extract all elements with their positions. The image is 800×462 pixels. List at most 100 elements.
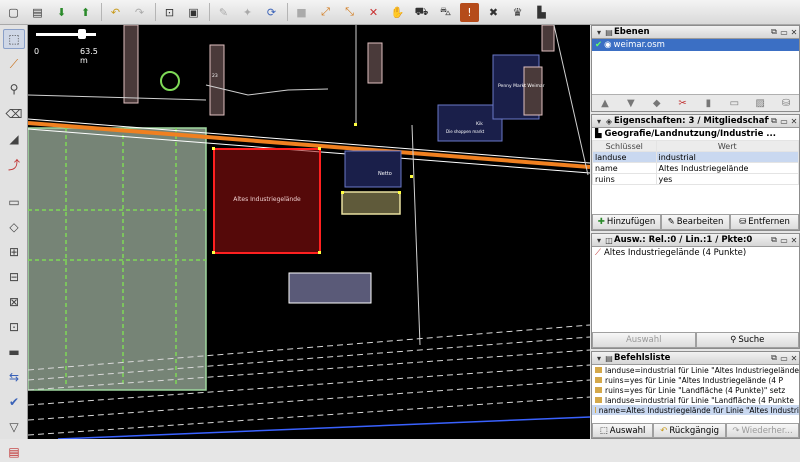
- collapse-icon[interactable]: ▾: [594, 117, 604, 126]
- mapper-icon[interactable]: ⤡: [340, 3, 359, 22]
- edit-button[interactable]: ✎ Bearbeiten: [661, 214, 730, 230]
- add-button[interactable]: ✚ Hinzufügen: [592, 214, 661, 230]
- plugin-icon[interactable]: ✦: [238, 3, 257, 22]
- collapse-icon[interactable]: ▾: [594, 236, 604, 245]
- split-tool-icon[interactable]: ⤴: [3, 154, 25, 174]
- combine-icon[interactable]: ⊟: [3, 267, 25, 287]
- search-button[interactable]: ⚲ Suche: [695, 332, 799, 348]
- car2-icon[interactable]: ⛍: [436, 3, 455, 22]
- delete-layer-icon[interactable]: ⛁: [773, 98, 799, 109]
- redo-button[interactable]: ↷ Wiederher...: [726, 423, 799, 438]
- map-scale[interactable]: 0 63.5 m: [34, 29, 104, 65]
- minimize-icon[interactable]: ▭: [779, 236, 789, 245]
- open-icon[interactable]: ▤: [28, 3, 47, 22]
- selection-item[interactable]: ⟋ Altes Industriegelände (4 Punkte): [592, 247, 799, 259]
- refresh-icon[interactable]: ⟳: [262, 3, 281, 22]
- collapse-icon[interactable]: ▾: [594, 354, 604, 363]
- select-button[interactable]: Auswahl: [592, 332, 696, 348]
- minimize-icon[interactable]: ▭: [779, 354, 789, 363]
- building[interactable]: [541, 25, 555, 52]
- eye-icon[interactable]: ◉: [604, 40, 611, 50]
- crown-icon[interactable]: ♛: [508, 3, 527, 22]
- preview-icon[interactable]: ⊡: [160, 3, 179, 22]
- shop-area[interactable]: [344, 150, 402, 188]
- command-select-button[interactable]: ⬚ Auswahl: [592, 423, 654, 438]
- detach-icon[interactable]: ⧉: [769, 116, 779, 126]
- command-item[interactable]: landuse=industrial für Linie "Altes Indu…: [592, 365, 799, 375]
- reverse-icon[interactable]: ⊠: [3, 292, 25, 312]
- detach-icon[interactable]: ⧉: [769, 353, 779, 363]
- remove-button[interactable]: ⛁ Entfernen: [730, 214, 799, 230]
- table-row[interactable]: landuse industrial: [592, 151, 799, 163]
- building[interactable]: [209, 44, 225, 116]
- layer-row[interactable]: ✔ ◉ weimar.osm: [592, 39, 799, 51]
- green-circle[interactable]: [160, 71, 180, 91]
- tag-tool-icon[interactable]: ◇: [3, 217, 25, 237]
- undo-button[interactable]: ↶ Rückgängig: [653, 423, 727, 438]
- x-icon[interactable]: ✖: [484, 3, 503, 22]
- shop-area[interactable]: [437, 104, 503, 142]
- building[interactable]: [367, 42, 383, 84]
- close-icon[interactable]: ✕: [789, 354, 799, 363]
- rect-icon[interactable]: ▬: [3, 342, 25, 362]
- landuse-area[interactable]: [28, 127, 207, 391]
- close-icon[interactable]: ✕: [789, 28, 799, 37]
- command-item[interactable]: ruins=yes für Linie "Altes Industriegelä…: [592, 375, 799, 385]
- zoom-icon[interactable]: ⤢: [316, 3, 335, 22]
- hand-icon[interactable]: ✋: [388, 3, 407, 22]
- close-icon[interactable]: ✕: [789, 236, 799, 245]
- validate-icon[interactable]: ✔: [3, 392, 25, 412]
- extra-icon[interactable]: ▤: [3, 442, 25, 462]
- download-icon[interactable]: ⬇: [52, 3, 71, 22]
- factory-icon[interactable]: ▙: [532, 3, 551, 22]
- minimize-icon[interactable]: ▭: [779, 28, 789, 37]
- building[interactable]: [341, 191, 401, 215]
- car-icon[interactable]: ⛟: [412, 3, 431, 22]
- table-row[interactable]: ruins yes: [592, 173, 799, 185]
- properties-icon[interactable]: ▨: [747, 98, 773, 109]
- upload-icon[interactable]: ⬆: [76, 3, 95, 22]
- building[interactable]: [523, 66, 543, 116]
- visibility-icon[interactable]: ▮: [696, 98, 722, 109]
- building[interactable]: [288, 272, 372, 304]
- select-tool-icon[interactable]: ⬚: [3, 29, 25, 49]
- history-icon[interactable]: ▣: [184, 3, 203, 22]
- draw-tool-icon[interactable]: ⟋: [3, 54, 25, 74]
- duplicate-icon[interactable]: ◆: [644, 98, 670, 109]
- warning-icon[interactable]: !: [460, 2, 479, 22]
- redo-icon[interactable]: ↷: [130, 3, 149, 22]
- merge-icon[interactable]: ⇆: [3, 367, 25, 387]
- undo-icon[interactable]: ↶: [106, 3, 125, 22]
- arrow-icon[interactable]: ✕: [364, 3, 383, 22]
- wrench-icon[interactable]: ✎: [214, 3, 233, 22]
- blank-icon[interactable]: ■: [292, 3, 311, 22]
- map-canvas[interactable]: Altes Industriegelände Netto Penny Markt…: [28, 25, 590, 439]
- measure-tool-icon[interactable]: ◢: [3, 129, 25, 149]
- command-item[interactable]: landuse=industrial für Linie "Landfläche…: [592, 395, 799, 405]
- filter-icon[interactable]: ▽: [3, 417, 25, 437]
- tag-key: name: [592, 162, 657, 174]
- scale-start: 0: [34, 47, 40, 56]
- delete-tool-icon[interactable]: ⌫: [3, 104, 25, 124]
- detach-icon[interactable]: ⧉: [769, 27, 779, 37]
- detach-icon[interactable]: ⧉: [769, 235, 779, 245]
- visible-check-icon[interactable]: ✔: [595, 40, 602, 50]
- split-way-icon[interactable]: ⊞: [3, 242, 25, 262]
- info-icon[interactable]: ▭: [721, 98, 747, 109]
- command-item[interactable]: ruins=yes für Linie "Landfläche (4 Punkt…: [592, 385, 799, 395]
- merge-layer-icon[interactable]: ✂: [670, 98, 696, 109]
- building[interactable]: [123, 25, 139, 104]
- layer-tool-icon[interactable]: ▭: [3, 192, 25, 212]
- new-icon[interactable]: ▢: [4, 3, 23, 22]
- collapse-icon[interactable]: ▾: [594, 28, 604, 37]
- command-item[interactable]: name=Altes Industriegelände für Linie "A…: [592, 405, 799, 415]
- zoom-tool-icon[interactable]: ⚲: [3, 79, 25, 99]
- minimize-icon[interactable]: ▭: [779, 117, 789, 126]
- align-icon[interactable]: ⊡: [3, 317, 25, 337]
- zoom-slider-knob[interactable]: [78, 29, 86, 39]
- preset-link[interactable]: ▙ Geografie/Landnutzung/Industrie ...: [592, 128, 799, 140]
- move-up-icon[interactable]: ▲: [592, 98, 618, 109]
- close-icon[interactable]: ✕: [789, 117, 799, 126]
- table-row[interactable]: name Altes Industriegelände: [592, 162, 799, 174]
- move-down-icon[interactable]: ▼: [618, 98, 644, 109]
